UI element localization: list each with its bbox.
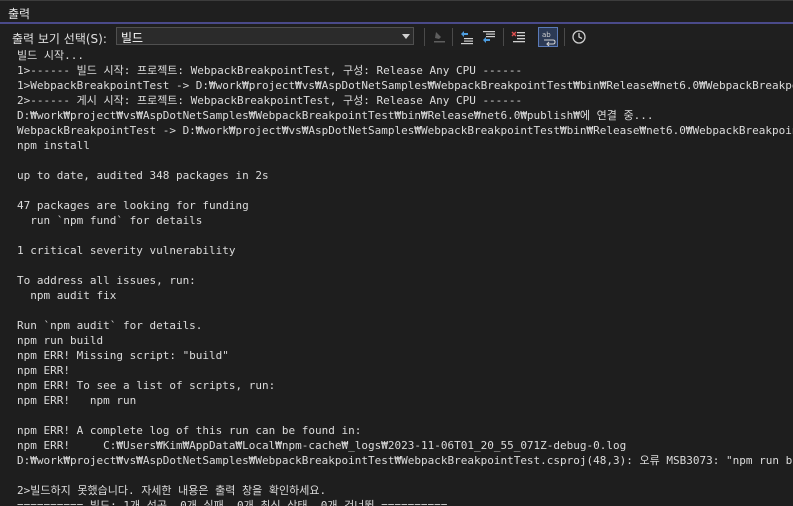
- output-line: D:₩work₩project₩vs₩AspDotNetSamples₩Webp…: [17, 454, 793, 467]
- output-line: [17, 468, 793, 483]
- clear-all-button[interactable]: [509, 27, 529, 47]
- clear-all-icon: [511, 31, 525, 43]
- output-line: 47 packages are looking for funding: [17, 199, 249, 212]
- output-line: npm ERR! npm run: [17, 394, 137, 407]
- go-to-previous-message-icon: [461, 31, 473, 45]
- output-line: npm ERR! To see a list of scripts, run:: [17, 379, 276, 392]
- output-line: [17, 228, 793, 243]
- output-line: [17, 408, 793, 423]
- toggle-timestamp-button[interactable]: [569, 27, 589, 47]
- toggle-timestamp-icon: [572, 30, 586, 44]
- go-to-next-message-icon: [483, 31, 495, 43]
- output-line: npm ERR! A complete log of this run can …: [17, 424, 362, 437]
- toolbar-separator: [503, 28, 504, 46]
- output-line: npm ERR! Missing script: "build": [17, 349, 229, 362]
- output-line: 1>WebpackBreakpointTest -> D:₩work₩proje…: [17, 79, 793, 92]
- output-line: 1>------ 빌드 시작: 프로젝트: WebpackBreakpointT…: [17, 64, 523, 77]
- output-line: npm ERR!: [17, 364, 70, 377]
- output-line: npm run build: [17, 334, 104, 347]
- toggle-word-wrap-button[interactable]: ab: [538, 27, 558, 47]
- output-source-select[interactable]: 빌드: [116, 27, 414, 45]
- panel-title[interactable]: 출력: [8, 5, 30, 22]
- find-message-in-code-icon: [434, 32, 445, 43]
- find-message-in-code-button[interactable]: [429, 27, 449, 47]
- output-line: 1 critical severity vulnerability: [17, 244, 236, 257]
- output-line: Run `npm audit` for details.: [17, 319, 203, 332]
- output-line: D:₩work₩project₩vs₩AspDotNetSamples₩Webp…: [17, 109, 654, 122]
- show-output-from-label: 출력 보기 선택(S):: [12, 32, 107, 46]
- output-line: 2>빌드하지 못했습니다. 자세한 내용은 출력 창을 확인하세요.: [17, 484, 327, 497]
- panel-titlebar: 출력: [0, 0, 793, 25]
- output-line: WebpackBreakpointTest -> D:₩work₩project…: [17, 124, 793, 137]
- svg-text:ab: ab: [542, 31, 551, 39]
- output-text-area[interactable]: 빌드 시작... 1>------ 빌드 시작: 프로젝트: WebpackBre…: [0, 50, 793, 506]
- toolbar-separator: [424, 28, 425, 46]
- chevron-down-icon: [402, 34, 410, 39]
- go-to-previous-message-button[interactable]: [457, 27, 477, 47]
- output-line: npm install: [17, 139, 90, 152]
- toolbar-separator: [452, 28, 453, 46]
- output-line: 빌드 시작...: [17, 50, 84, 62]
- output-line: To address all issues, run:: [17, 274, 196, 287]
- output-lines: 빌드 시작... 1>------ 빌드 시작: 프로젝트: WebpackBre…: [17, 50, 793, 506]
- output-toolbar: 출력 보기 선택(S): 빌드 ab: [0, 24, 793, 50]
- toolbar-separator: [564, 28, 565, 46]
- output-line: ========== 빌드: 1개 성공, 0개 실패, 0개 최신 상태, 0…: [17, 499, 448, 506]
- output-line: up to date, audited 348 packages in 2s: [17, 169, 269, 182]
- output-line: run `npm fund` for details: [17, 214, 203, 227]
- output-line: [17, 303, 793, 318]
- toggle-word-wrap-icon: ab: [542, 31, 556, 46]
- output-line: [17, 153, 793, 168]
- output-line: npm audit fix: [17, 289, 117, 302]
- output-window: 출력 출력 보기 선택(S): 빌드 ab 빌드 시작... 1>------ …: [0, 0, 793, 506]
- output-line: 2>------ 게시 시작: 프로젝트: WebpackBreakpointT…: [17, 94, 523, 107]
- output-line: [17, 258, 793, 273]
- go-to-next-message-button[interactable]: [479, 27, 499, 47]
- output-source-value: 빌드: [121, 31, 144, 45]
- output-line: [17, 183, 793, 198]
- output-line: npm ERR! C:₩Users₩Kim₩AppData₩Local₩npm-…: [17, 439, 627, 452]
